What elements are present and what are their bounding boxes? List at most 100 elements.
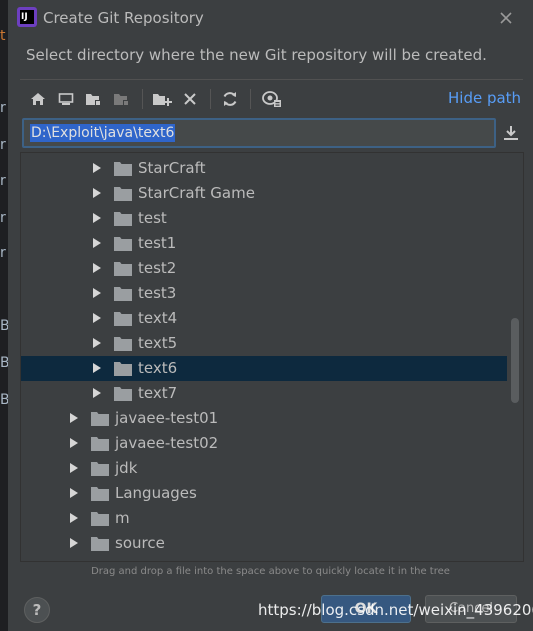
folder-icon xyxy=(91,487,109,501)
tree-item-label: StarCraft Game xyxy=(138,184,255,202)
expand-arrow-icon[interactable] xyxy=(93,163,101,173)
folder-icon xyxy=(114,337,132,351)
path-input-value: D:\Exploit\java\text6 xyxy=(30,124,176,142)
folder-icon xyxy=(114,312,132,326)
path-input[interactable]: D:\Exploit\java\text6 xyxy=(22,118,496,148)
tree-item[interactable]: test1 xyxy=(21,231,507,256)
delete-button[interactable] xyxy=(178,86,202,112)
tree-item[interactable]: jdk xyxy=(21,456,507,481)
toolbar-separator xyxy=(210,89,211,109)
create-git-repository-dialog: IJ Create Git Repository Select director… xyxy=(8,0,533,631)
expand-arrow-icon[interactable] xyxy=(70,463,78,473)
tree-item[interactable]: StarCraft xyxy=(21,156,507,181)
folder-icon xyxy=(114,287,132,301)
expand-arrow-icon[interactable] xyxy=(93,363,101,373)
expand-arrow-icon[interactable] xyxy=(93,288,101,298)
tree-item-label: source xyxy=(115,534,165,552)
desktop-icon xyxy=(58,93,74,105)
close-button[interactable] xyxy=(496,8,516,28)
tree-item-label: Languages xyxy=(115,484,197,502)
folder-icon xyxy=(91,437,109,451)
tree-item-label: jdk xyxy=(115,459,138,477)
tree-item[interactable]: javaee-test02 xyxy=(21,431,507,456)
tree-item-label: text5 xyxy=(138,334,178,352)
folder-icon xyxy=(91,537,109,551)
expand-arrow-icon[interactable] xyxy=(93,188,101,198)
folder-icon xyxy=(114,187,132,201)
new-folder-button[interactable] xyxy=(150,86,174,112)
home-button[interactable] xyxy=(26,86,50,112)
cancel-button[interactable]: Cancel xyxy=(425,595,517,623)
expand-arrow-icon[interactable] xyxy=(93,313,101,323)
tree-item-label: test3 xyxy=(138,284,177,302)
show-hidden-button[interactable] xyxy=(260,86,284,112)
tree-item[interactable]: test xyxy=(21,206,507,231)
home-icon xyxy=(31,93,45,105)
dialog-title: Create Git Repository xyxy=(43,9,204,27)
tree-item-label: test2 xyxy=(138,259,177,277)
module-folder-button[interactable] xyxy=(110,86,134,112)
intellij-logo-icon: IJ xyxy=(17,7,37,27)
folder-icon xyxy=(114,262,132,276)
expand-arrow-icon[interactable] xyxy=(93,213,101,223)
refresh-button[interactable] xyxy=(218,86,242,112)
expand-arrow-icon[interactable] xyxy=(70,413,78,423)
divider xyxy=(20,79,523,80)
tree-item-label: text7 xyxy=(138,384,178,402)
expand-arrow-icon[interactable] xyxy=(93,338,101,348)
desktop-button[interactable] xyxy=(54,86,78,112)
expand-arrow-icon[interactable] xyxy=(93,388,101,398)
tree-item[interactable]: text6 xyxy=(21,356,507,381)
module-icon xyxy=(114,94,129,106)
tree-item-label: javaee-test02 xyxy=(115,434,219,452)
expand-arrow-icon[interactable] xyxy=(70,538,78,548)
tree-item[interactable]: m xyxy=(21,506,507,531)
folder-icon xyxy=(114,362,132,376)
drag-drop-hint: Drag and drop a file into the space abov… xyxy=(91,566,450,577)
new-folder-icon xyxy=(86,94,101,106)
folder-icon xyxy=(91,462,109,476)
folder-icon xyxy=(114,237,132,251)
expand-arrow-icon[interactable] xyxy=(93,238,101,248)
new-folder-plus-icon xyxy=(153,94,172,106)
folder-icon xyxy=(91,512,109,526)
tree-item-label: text4 xyxy=(138,309,178,327)
project-folder-button[interactable] xyxy=(82,86,106,112)
title-bar: IJ Create Git Repository xyxy=(8,0,533,38)
tree-item-label: test xyxy=(138,209,167,227)
tree-item[interactable]: text7 xyxy=(21,381,507,406)
directory-tree[interactable]: StarCraft StarCraft Game test test1 test2 tes… xyxy=(20,152,524,562)
ok-button[interactable]: OK xyxy=(321,595,411,623)
tree-item[interactable]: test2 xyxy=(21,256,507,281)
tree-item[interactable]: Languages xyxy=(21,481,507,506)
dialog-description: Select directory where the new Git repos… xyxy=(26,46,487,64)
tree-item-label: m xyxy=(115,509,130,527)
help-button[interactable]: ? xyxy=(24,597,50,623)
background-editor-strip: t r r r r r B B B xyxy=(0,0,10,631)
expand-arrow-icon[interactable] xyxy=(70,513,78,523)
tree-item-label: text6 xyxy=(138,359,178,377)
hide-path-link[interactable]: Hide path xyxy=(448,89,521,107)
folder-icon xyxy=(114,162,132,176)
tree-item[interactable]: StarCraft Game xyxy=(21,181,507,206)
toolbar-separator xyxy=(142,89,143,109)
folder-icon xyxy=(114,387,132,401)
tree-item[interactable]: javaee-test01 xyxy=(21,406,507,431)
tree-item[interactable]: test3 xyxy=(21,281,507,306)
expand-arrow-icon[interactable] xyxy=(70,438,78,448)
tree-item[interactable]: source xyxy=(21,531,507,556)
download-button[interactable] xyxy=(502,124,520,142)
expand-arrow-icon[interactable] xyxy=(93,263,101,273)
expand-arrow-icon[interactable] xyxy=(70,488,78,498)
tree-item-label: javaee-test01 xyxy=(115,409,219,427)
refresh-icon xyxy=(223,92,237,106)
tree-item-label: StarCraft xyxy=(138,159,206,177)
tree-item[interactable]: text5 xyxy=(21,331,507,356)
tree-scrollbar[interactable] xyxy=(511,318,519,403)
close-icon xyxy=(500,12,512,24)
toolbar-separator xyxy=(250,89,251,109)
download-icon xyxy=(504,126,518,140)
tree-item[interactable]: text4 xyxy=(21,306,507,331)
folder-icon xyxy=(114,212,132,226)
show-hidden-icon xyxy=(262,91,281,107)
